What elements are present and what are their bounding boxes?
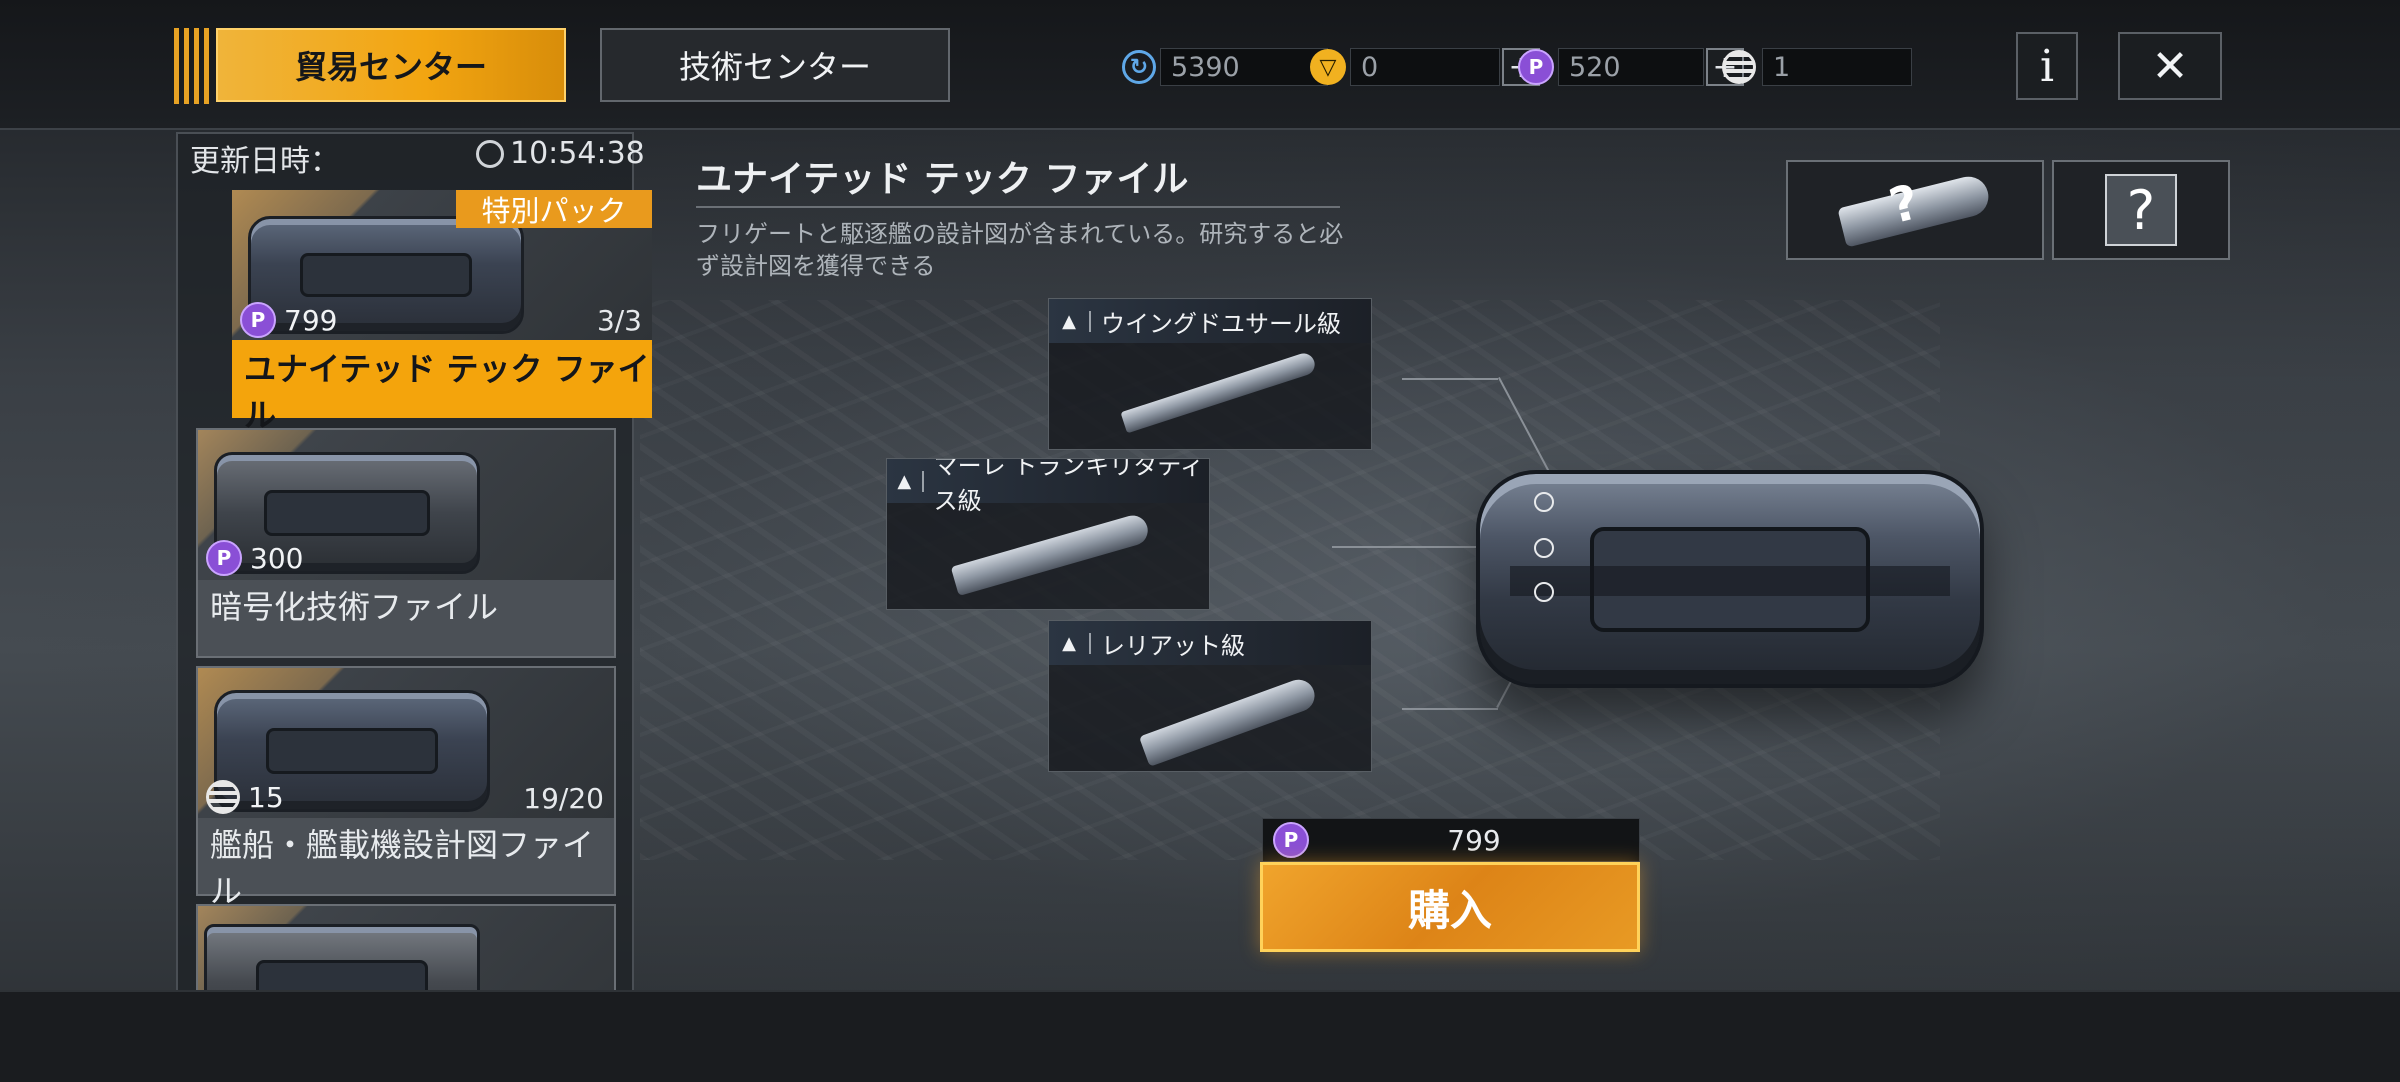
clock-icon [476,139,504,168]
update-label: 更新日時： [190,144,340,179]
frigate-class-icon: ▲ [1049,632,1091,654]
currency-refresh-value: 5390 [1160,48,1328,86]
node-marker [1534,492,1554,512]
ship-card-winged-hussar[interactable]: ▲ ウイングドユサール級 [1048,298,1372,450]
tab-stripe-decoration [174,28,214,104]
pack-price: P 300 [206,540,303,576]
frigate-class-icon: ▲ [1049,310,1091,332]
ship-card-header: ▲ マーレ トランキリタティス級 [887,459,1209,515]
title-divider [696,206,1340,208]
pack-price: 15 [206,780,284,814]
pack-name: 艦船・艦載機設計図ファイル [210,826,595,910]
pack-count: 3/3 [596,304,642,337]
pack-price-value: 300 [250,541,304,575]
pack-name: ユナイテッド テック ファイル [244,350,650,434]
node-marker [1534,538,1554,558]
currency-refresh: ↻ 5390 [1122,46,1328,88]
pack-price: P 799 [240,302,337,338]
question-mark-icon: ? [2105,174,2177,246]
ship-name: ウイングドユサール級 [1101,309,1341,338]
buy-price-value: 799 [1447,823,1501,857]
pack-description: フリゲートと駆逐艦の設計図が含まれている。研究すると必ず設計図を獲得できる [696,220,1344,280]
node-marker [1534,582,1554,602]
pack-price-value: 15 [248,780,284,814]
stripe-coin-icon [1722,50,1756,84]
pack-name: 暗号化技術ファイル [210,588,499,626]
special-pack-badge: 特別パック [456,190,652,228]
pack-price-value: 799 [284,303,338,337]
help-button[interactable]: ? [2052,160,2230,260]
pack-card-encrypted[interactable]: P 300 暗号化技術ファイル [196,428,616,658]
ship-name: レリアット級 [1101,631,1245,660]
pack-card-blueprint[interactable]: 15 19/20 艦船・艦載機設計図ファイル [196,666,616,910]
pack-card-united[interactable]: 特別パック P 799 3/3 ユナイテッド テック ファイル [232,190,652,434]
buy-button[interactable]: 購入 [1260,862,1640,952]
info-button[interactable]: i [2016,32,2078,100]
ship-card-reliant[interactable]: ▲ レリアット級 [1048,620,1372,772]
currency-gold-value: 0 [1350,48,1500,86]
currency-purple: P 520 + [1518,46,1744,88]
purple-p-icon: P [240,302,276,338]
pack-count: 19/20 [523,782,604,815]
stripe-coin-icon [206,780,240,814]
ship-card-mare-tranquillitatis[interactable]: ▲ マーレ トランキリタティス級 [886,458,1210,610]
purple-p-icon: P [206,540,242,576]
connector-line [1402,378,1498,380]
ship-card-header: ▲ レリアット級 [1049,621,1371,665]
purple-p-icon: P [1273,822,1309,858]
refresh-coin-icon: ↻ [1122,50,1156,84]
connector-line [1402,708,1498,710]
ship-model [950,512,1152,596]
currency-stripe: 1 [1722,46,1912,88]
ship-name: マーレ トランキリタティス級 [933,458,1204,515]
buy-price-bar: P 799 [1262,818,1640,862]
close-button[interactable]: ✕ [2118,32,2222,100]
currency-stripe-value: 1 [1762,48,1912,86]
currency-gold: ▽ 0 + [1310,46,1540,88]
currency-purple-value: 520 [1558,48,1704,86]
ship-model [1138,675,1320,767]
question-mark-icon: ? [1883,173,1925,235]
ship-card-header: ▲ ウイングドユサール級 [1049,299,1371,343]
tab-trade-center[interactable]: 貿易センター [216,28,566,102]
bottom-bar [0,990,2400,1082]
update-timer: 10:54:38 [476,136,645,171]
update-time-value: 10:54:38 [510,136,645,171]
tab-tech-center[interactable]: 技術センター [600,28,950,102]
preview-ship-button[interactable]: ? [1786,160,2044,260]
ship-preview-icon: ? [1837,172,1993,248]
purple-p-icon: P [1518,49,1554,85]
ship-model [1120,350,1318,434]
frigate-class-icon: ▲ [887,470,924,492]
pack-title: ユナイテッド テック ファイル [696,159,1189,200]
gold-coin-icon: ▽ [1310,49,1346,85]
